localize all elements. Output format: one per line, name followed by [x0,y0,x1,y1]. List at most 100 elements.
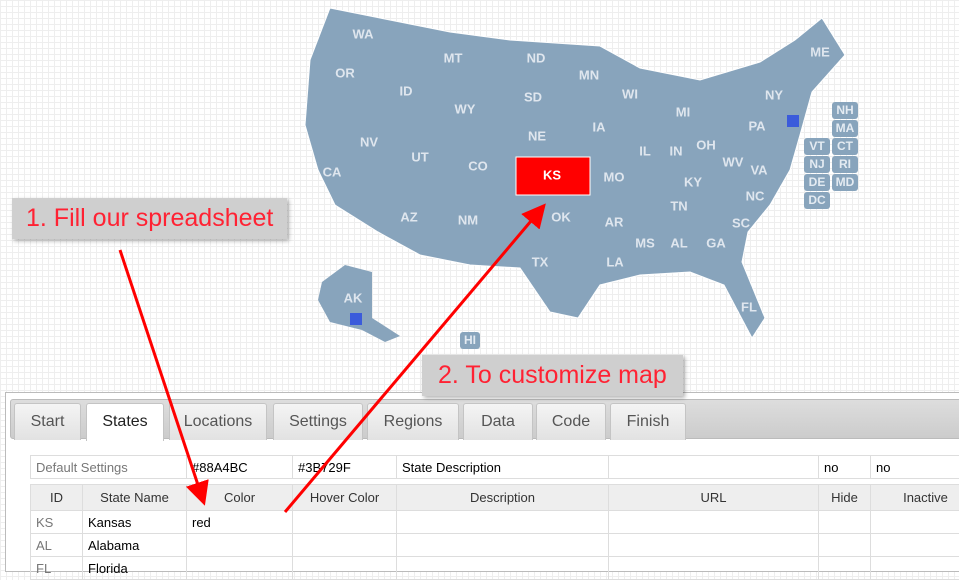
tab-finish[interactable]: Finish [610,403,686,440]
state-label-nv[interactable]: NV [360,135,378,150]
cell-state-name[interactable]: Alabama [83,534,187,557]
cell-color[interactable] [187,534,293,557]
cell-id: FL [31,557,83,580]
state-label-wa[interactable]: WA [353,27,374,42]
tab-code[interactable]: Code [536,403,606,440]
state-label-hi[interactable]: HI [460,332,480,349]
cell-hide[interactable] [819,511,871,534]
state-label-mn[interactable]: MN [579,68,599,83]
state-label-mi[interactable]: MI [676,105,690,120]
state-label-ok[interactable]: OK [551,210,571,225]
default-label: Default Settings [31,456,187,479]
state-label-id[interactable]: ID [400,84,413,99]
state-label-md[interactable]: MD [832,174,858,191]
tab-bar: Start States Locations Settings Regions … [10,399,959,439]
column-header: Hide [819,485,871,511]
tab-settings[interactable]: Settings [273,403,363,440]
cell-hover-color[interactable] [293,511,397,534]
state-label-co[interactable]: CO [468,159,488,174]
state-label-wi[interactable]: WI [622,87,638,102]
state-label-wv[interactable]: WV [723,155,744,170]
state-label-ct[interactable]: CT [832,138,858,155]
state-label-ny[interactable]: NY [765,88,783,103]
cell-url[interactable] [609,511,819,534]
cell-description[interactable] [397,557,609,580]
state-label-az[interactable]: AZ [400,210,417,225]
state-label-pa[interactable]: PA [748,119,765,134]
state-label-ms[interactable]: MS [635,236,655,251]
state-label-nj[interactable]: NJ [804,156,830,173]
state-label-nd[interactable]: ND [527,51,546,66]
table-row: KSKansasred [31,511,959,534]
default-hover-cell[interactable]: #3B729F [293,456,397,479]
default-inactive-cell[interactable]: no [871,456,959,479]
cell-description[interactable] [397,511,609,534]
callout-step2: 2. To customize map [422,355,683,396]
state-label-sd[interactable]: SD [524,90,542,105]
state-label-il[interactable]: IL [639,144,651,159]
cell-hover-color[interactable] [293,534,397,557]
state-label-or[interactable]: OR [335,66,355,81]
state-label-vt[interactable]: VT [804,138,830,155]
tab-states[interactable]: States [86,403,164,441]
state-label-ga[interactable]: GA [706,236,726,251]
cell-id: KS [31,511,83,534]
state-label-de[interactable]: DE [804,174,830,191]
cell-hide[interactable] [819,534,871,557]
column-header: Hover Color [293,485,397,511]
cell-url[interactable] [609,557,819,580]
state-label-mt[interactable]: MT [444,51,463,66]
state-label-ia[interactable]: IA [593,120,606,135]
marker-icon[interactable] [350,313,362,325]
cell-color[interactable] [187,557,293,580]
cell-url[interactable] [609,534,819,557]
state-label-va[interactable]: VA [750,163,767,178]
default-hide-cell[interactable]: no [819,456,871,479]
state-label-mo[interactable]: MO [604,170,625,185]
state-label-nh[interactable]: NH [832,102,858,119]
tab-locations[interactable]: Locations [169,403,267,440]
state-label-nm[interactable]: NM [458,213,478,228]
default-description-cell[interactable]: State Description [397,456,609,479]
state-label-al[interactable]: AL [670,236,687,251]
cell-state-name[interactable]: Kansas [83,511,187,534]
state-label-nc[interactable]: NC [746,189,765,204]
tab-regions[interactable]: Regions [367,403,459,440]
state-label-ma[interactable]: MA [832,120,858,137]
cell-color[interactable]: red [187,511,293,534]
cell-hide[interactable] [819,557,871,580]
state-label-dc[interactable]: DC [804,192,830,209]
state-label-la[interactable]: LA [606,255,623,270]
column-header: Color [187,485,293,511]
state-label-ky[interactable]: KY [684,175,702,190]
cell-inactive[interactable] [871,534,959,557]
states-table: IDState NameColorHover ColorDescriptionU… [30,484,959,580]
state-label-tx[interactable]: TX [532,255,549,270]
state-label-me[interactable]: ME [810,45,830,60]
state-label-fl[interactable]: FL [741,300,757,315]
state-label-ri[interactable]: RI [832,156,858,173]
column-header: ID [31,485,83,511]
state-label-ks[interactable]: KS [543,168,561,183]
cell-inactive[interactable] [871,511,959,534]
state-label-tn[interactable]: TN [670,199,687,214]
cell-inactive[interactable] [871,557,959,580]
state-label-in[interactable]: IN [670,144,683,159]
cell-description[interactable] [397,534,609,557]
column-header: Description [397,485,609,511]
state-label-sc[interactable]: SC [732,216,750,231]
state-label-ne[interactable]: NE [528,129,546,144]
state-label-ak[interactable]: AK [344,291,363,306]
tab-data[interactable]: Data [463,403,533,440]
cell-hover-color[interactable] [293,557,397,580]
marker-icon[interactable] [787,115,799,127]
state-label-wy[interactable]: WY [455,102,476,117]
cell-state-name[interactable]: Florida [83,557,187,580]
tab-start[interactable]: Start [14,403,81,440]
state-label-ar[interactable]: AR [605,215,624,230]
state-label-ca[interactable]: CA [323,165,342,180]
default-url-cell[interactable] [609,456,819,479]
state-label-ut[interactable]: UT [411,150,428,165]
default-color-cell[interactable]: #88A4BC [187,456,293,479]
state-label-oh[interactable]: OH [696,138,716,153]
